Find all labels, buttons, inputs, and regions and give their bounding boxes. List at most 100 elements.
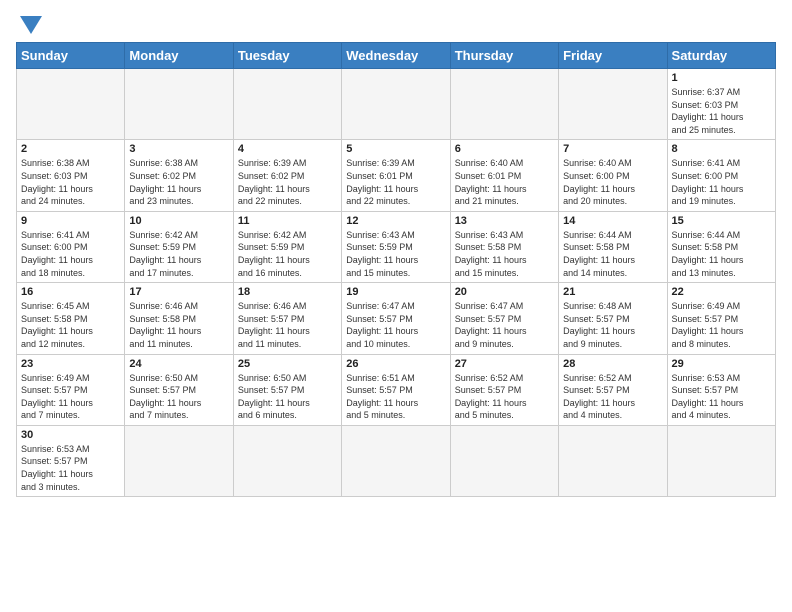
day-info: Sunrise: 6:50 AM Sunset: 5:57 PM Dayligh…	[238, 372, 337, 422]
calendar-cell: 30 Sunrise: 6:53 AM Sunset: 5:57 PM Dayli…	[17, 425, 125, 496]
col-header-tuesday: Tuesday	[233, 43, 341, 69]
day-info: Sunrise: 6:41 AM Sunset: 6:00 PM Dayligh…	[21, 229, 120, 279]
calendar-cell: 2 Sunrise: 6:38 AM Sunset: 6:03 PM Daylig…	[17, 140, 125, 211]
calendar-week-row: 2 Sunrise: 6:38 AM Sunset: 6:03 PM Daylig…	[17, 140, 776, 211]
day-number: 25	[238, 358, 337, 370]
calendar-cell: 24 Sunrise: 6:50 AM Sunset: 5:57 PM Dayli…	[125, 354, 233, 425]
day-info: Sunrise: 6:49 AM Sunset: 5:57 PM Dayligh…	[672, 300, 771, 350]
calendar-cell	[125, 425, 233, 496]
day-number: 13	[455, 215, 554, 227]
calendar-cell	[450, 425, 558, 496]
calendar-cell: 21 Sunrise: 6:48 AM Sunset: 5:57 PM Dayli…	[559, 283, 667, 354]
day-info: Sunrise: 6:53 AM Sunset: 5:57 PM Dayligh…	[672, 372, 771, 422]
day-info: Sunrise: 6:46 AM Sunset: 5:58 PM Dayligh…	[129, 300, 228, 350]
calendar-cell: 1 Sunrise: 6:37 AM Sunset: 6:03 PM Daylig…	[667, 69, 775, 140]
calendar-cell	[342, 425, 450, 496]
day-number: 18	[238, 286, 337, 298]
calendar-cell: 23Sunrise: 6:49 AM Sunset: 5:57 PM Dayli…	[17, 354, 125, 425]
day-number: 7	[563, 143, 662, 155]
calendar-week-row: 30 Sunrise: 6:53 AM Sunset: 5:57 PM Dayli…	[17, 425, 776, 496]
day-info: Sunrise: 6:40 AM Sunset: 6:00 PM Dayligh…	[563, 157, 662, 207]
calendar-cell: 26Sunrise: 6:51 AM Sunset: 5:57 PM Dayli…	[342, 354, 450, 425]
calendar-cell: 10 Sunrise: 6:42 AM Sunset: 5:59 PM Dayli…	[125, 211, 233, 282]
day-number: 21	[563, 286, 662, 298]
day-number: 9	[21, 215, 120, 227]
calendar-cell: 12 Sunrise: 6:43 AM Sunset: 5:59 PM Dayli…	[342, 211, 450, 282]
day-info: Sunrise: 6:50 AM Sunset: 5:57 PM Dayligh…	[129, 372, 228, 422]
calendar-cell: 28Sunrise: 6:52 AM Sunset: 5:57 PM Dayli…	[559, 354, 667, 425]
calendar-cell	[125, 69, 233, 140]
calendar-cell	[233, 69, 341, 140]
day-number: 22	[672, 286, 771, 298]
day-number: 14	[563, 215, 662, 227]
day-number: 1	[672, 72, 771, 84]
calendar-cell: 22 Sunrise: 6:49 AM Sunset: 5:57 PM Dayli…	[667, 283, 775, 354]
day-number: 11	[238, 215, 337, 227]
calendar-cell: 20 Sunrise: 6:47 AM Sunset: 5:57 PM Dayli…	[450, 283, 558, 354]
day-info: Sunrise: 6:46 AM Sunset: 5:57 PM Dayligh…	[238, 300, 337, 350]
col-header-monday: Monday	[125, 43, 233, 69]
calendar-header-row: SundayMondayTuesdayWednesdayThursdayFrid…	[17, 43, 776, 69]
day-number: 26	[346, 358, 445, 370]
calendar-cell: 19Sunrise: 6:47 AM Sunset: 5:57 PM Dayli…	[342, 283, 450, 354]
day-number: 23	[21, 358, 120, 370]
day-number: 20	[455, 286, 554, 298]
col-header-thursday: Thursday	[450, 43, 558, 69]
calendar-cell: 7 Sunrise: 6:40 AM Sunset: 6:00 PM Daylig…	[559, 140, 667, 211]
day-info: Sunrise: 6:45 AM Sunset: 5:58 PM Dayligh…	[21, 300, 120, 350]
day-info: Sunrise: 6:43 AM Sunset: 5:58 PM Dayligh…	[455, 229, 554, 279]
day-number: 24	[129, 358, 228, 370]
col-header-sunday: Sunday	[17, 43, 125, 69]
day-info: Sunrise: 6:38 AM Sunset: 6:03 PM Dayligh…	[21, 157, 120, 207]
calendar-cell	[559, 69, 667, 140]
calendar-week-row: 23Sunrise: 6:49 AM Sunset: 5:57 PM Dayli…	[17, 354, 776, 425]
day-number: 4	[238, 143, 337, 155]
day-info: Sunrise: 6:42 AM Sunset: 5:59 PM Dayligh…	[129, 229, 228, 279]
day-info: Sunrise: 6:41 AM Sunset: 6:00 PM Dayligh…	[672, 157, 771, 207]
day-number: 30	[21, 429, 120, 441]
day-info: Sunrise: 6:43 AM Sunset: 5:59 PM Dayligh…	[346, 229, 445, 279]
day-info: Sunrise: 6:44 AM Sunset: 5:58 PM Dayligh…	[672, 229, 771, 279]
day-info: Sunrise: 6:39 AM Sunset: 6:02 PM Dayligh…	[238, 157, 337, 207]
day-number: 27	[455, 358, 554, 370]
day-number: 12	[346, 215, 445, 227]
day-number: 16	[21, 286, 120, 298]
calendar-cell: 27 Sunrise: 6:52 AM Sunset: 5:57 PM Dayli…	[450, 354, 558, 425]
day-info: Sunrise: 6:37 AM Sunset: 6:03 PM Dayligh…	[672, 86, 771, 136]
calendar-cell: 15Sunrise: 6:44 AM Sunset: 5:58 PM Dayli…	[667, 211, 775, 282]
logo	[16, 16, 42, 34]
calendar-cell: 29 Sunrise: 6:53 AM Sunset: 5:57 PM Dayli…	[667, 354, 775, 425]
day-number: 29	[672, 358, 771, 370]
day-info: Sunrise: 6:52 AM Sunset: 5:57 PM Dayligh…	[455, 372, 554, 422]
calendar-cell: 17 Sunrise: 6:46 AM Sunset: 5:58 PM Dayli…	[125, 283, 233, 354]
day-number: 28	[563, 358, 662, 370]
page-header	[16, 16, 776, 34]
calendar-week-row: 9 Sunrise: 6:41 AM Sunset: 6:00 PM Daylig…	[17, 211, 776, 282]
day-info: Sunrise: 6:40 AM Sunset: 6:01 PM Dayligh…	[455, 157, 554, 207]
day-number: 2	[21, 143, 120, 155]
calendar-cell	[559, 425, 667, 496]
day-info: Sunrise: 6:53 AM Sunset: 5:57 PM Dayligh…	[21, 443, 120, 493]
calendar-cell: 3 Sunrise: 6:38 AM Sunset: 6:02 PM Daylig…	[125, 140, 233, 211]
day-info: Sunrise: 6:47 AM Sunset: 5:57 PM Dayligh…	[455, 300, 554, 350]
calendar-cell	[17, 69, 125, 140]
day-info: Sunrise: 6:48 AM Sunset: 5:57 PM Dayligh…	[563, 300, 662, 350]
calendar-cell	[233, 425, 341, 496]
day-number: 3	[129, 143, 228, 155]
calendar-cell: 16 Sunrise: 6:45 AM Sunset: 5:58 PM Dayli…	[17, 283, 125, 354]
calendar-cell	[667, 425, 775, 496]
day-number: 17	[129, 286, 228, 298]
col-header-saturday: Saturday	[667, 43, 775, 69]
day-info: Sunrise: 6:38 AM Sunset: 6:02 PM Dayligh…	[129, 157, 228, 207]
calendar-cell: 11Sunrise: 6:42 AM Sunset: 5:59 PM Dayli…	[233, 211, 341, 282]
day-number: 10	[129, 215, 228, 227]
calendar-cell: 14 Sunrise: 6:44 AM Sunset: 5:58 PM Dayli…	[559, 211, 667, 282]
day-number: 8	[672, 143, 771, 155]
day-info: Sunrise: 6:44 AM Sunset: 5:58 PM Dayligh…	[563, 229, 662, 279]
calendar-cell	[450, 69, 558, 140]
day-number: 19	[346, 286, 445, 298]
calendar-cell: 25 Sunrise: 6:50 AM Sunset: 5:57 PM Dayli…	[233, 354, 341, 425]
calendar-cell: 4 Sunrise: 6:39 AM Sunset: 6:02 PM Daylig…	[233, 140, 341, 211]
logo-icon	[20, 16, 42, 34]
calendar-cell: 18 Sunrise: 6:46 AM Sunset: 5:57 PM Dayli…	[233, 283, 341, 354]
